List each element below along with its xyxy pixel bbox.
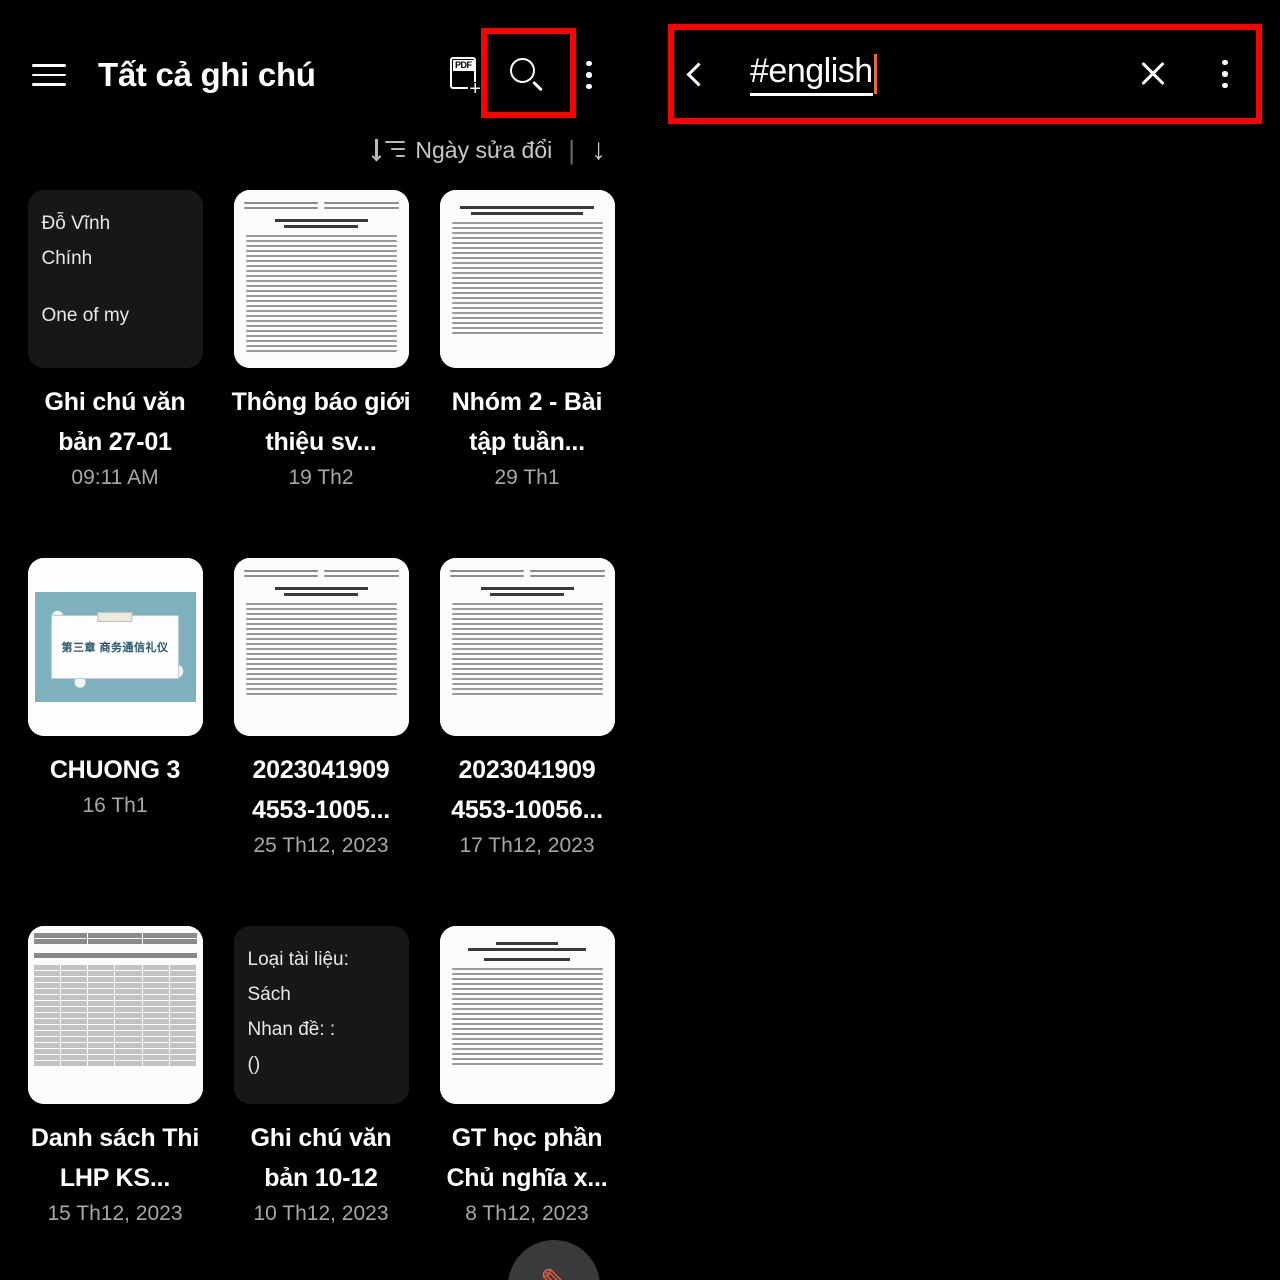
search-panel: #english Đỗ Vĩnh Chính One of my Ghi chú…: [640, 0, 1280, 1280]
note-thumbnail-document: [233, 558, 409, 736]
search-bar: #english: [668, 34, 1256, 114]
note-thumbnail-text: Loại tài liệu: Sách Nhan đề: : (): [233, 926, 409, 1104]
search-button[interactable]: [496, 44, 558, 106]
overflow-menu-button[interactable]: [558, 44, 620, 106]
note-date: 16 Th1: [82, 794, 148, 817]
note-preview-line: One of my: [41, 305, 130, 326]
app-bar: Tất cả ghi chú PDF +: [0, 40, 640, 110]
text-caret: [873, 54, 877, 94]
sort-direction-button[interactable]: ↓: [591, 135, 606, 165]
back-chevron-icon[interactable]: [674, 50, 722, 98]
page-title: Tất cả ghi chú: [98, 56, 316, 93]
search-input[interactable]: #english: [750, 52, 1130, 96]
notes-list-panel: Tất cả ghi chú PDF + Ngày sửa đổi | ↓ Đỗ…: [0, 0, 640, 1280]
note-date: 29 Th1: [494, 466, 560, 489]
hamburger-icon[interactable]: [32, 53, 76, 97]
slide-preview: 第三章 商务通信礼仪: [27, 558, 203, 736]
sort-label[interactable]: Ngày sửa đổi: [415, 137, 552, 164]
scanned-document-preview: [233, 558, 409, 736]
note-title: Thông báo giới thiệu sv...: [231, 388, 411, 456]
note-title: GT học phần Chủ nghĩa x...: [446, 1124, 608, 1192]
table-preview: [27, 926, 203, 1104]
kebab-menu-icon: [1222, 59, 1228, 89]
scanned-document-preview: [233, 190, 409, 368]
note-date: 17 Th12, 2023: [459, 834, 595, 857]
note-preview-line: Chính: [41, 248, 93, 269]
pdf-add-icon: PDF +: [450, 57, 482, 100]
note-thumbnail-document: [233, 190, 409, 368]
note-date: 19 Th2: [288, 466, 354, 489]
note-card[interactable]: GT học phần Chủ nghĩa x... 8 Th12, 2023: [434, 926, 620, 1226]
note-preview-line: Loại tài liệu:: [247, 949, 349, 970]
note-date: 10 Th12, 2023: [253, 1202, 389, 1225]
note-title: 2023041909 4553-1005...: [252, 756, 390, 824]
search-query-text: #english: [750, 52, 873, 96]
sort-icon: [371, 138, 406, 162]
note-preview-line: Nhan đề: :: [247, 1019, 336, 1040]
note-thumbnail-text: Đỗ Vĩnh Chính One of my: [27, 190, 203, 368]
sort-bar[interactable]: Ngày sửa đổi | ↓: [371, 128, 606, 172]
note-title: Danh sách Thi LHP KS...: [30, 1124, 200, 1192]
note-thumbnail-table: [27, 926, 203, 1104]
sort-separator: |: [568, 134, 575, 165]
clear-search-button[interactable]: [1130, 51, 1176, 97]
note-card[interactable]: 2023041909 4553-10056... 17 Th12, 2023: [434, 558, 620, 858]
note-date: 8 Th12, 2023: [465, 1202, 589, 1225]
search-icon: [510, 58, 544, 92]
pdf-icon-plus: +: [468, 78, 482, 100]
note-preview-line: Đỗ Vĩnh: [41, 213, 111, 234]
scanned-document-preview: [439, 926, 615, 1104]
note-title: CHUONG 3: [49, 756, 181, 784]
note-card[interactable]: Thông báo giới thiệu sv... 19 Th2: [228, 190, 414, 490]
note-preview-line: (): [247, 1054, 261, 1075]
scanned-document-preview: [439, 558, 615, 736]
compose-note-icon: ✎: [540, 1262, 569, 1280]
note-title: Ghi chú văn bản 10-12: [250, 1124, 392, 1192]
note-thumbnail-document: [439, 190, 615, 368]
note-card[interactable]: Danh sách Thi LHP KS... 15 Th12, 2023: [22, 926, 208, 1226]
note-date: 25 Th12, 2023: [253, 834, 389, 857]
app-bar-actions: PDF +: [434, 40, 620, 110]
note-card[interactable]: Loại tài liệu: Sách Nhan đề: : () Ghi ch…: [228, 926, 414, 1226]
note-card[interactable]: 2023041909 4553-1005... 25 Th12, 2023: [228, 558, 414, 858]
note-thumbnail-document: [439, 558, 615, 736]
kebab-menu-icon: [586, 60, 592, 90]
note-title: Ghi chú văn bản 27-01: [44, 388, 186, 456]
note-title: 2023041909 4553-10056...: [451, 756, 603, 824]
search-overflow-button[interactable]: [1194, 43, 1256, 105]
scanned-document-preview: [439, 190, 615, 368]
create-note-fab[interactable]: ✎: [508, 1240, 600, 1280]
note-card[interactable]: Đỗ Vĩnh Chính One of my Ghi chú văn bản …: [22, 190, 208, 490]
note-card[interactable]: 第三章 商务通信礼仪 CHUONG 3 16 Th1: [22, 558, 208, 858]
note-date: 09:11 AM: [71, 466, 159, 489]
screenshot-root: Tất cả ghi chú PDF + Ngày sửa đổi | ↓ Đỗ…: [0, 0, 1280, 1280]
note-preview-line: Sách: [247, 984, 291, 1005]
note-thumbnail-document: [439, 926, 615, 1104]
note-date: 15 Th12, 2023: [47, 1202, 183, 1225]
note-title: Nhóm 2 - Bài tập tuần...: [451, 388, 603, 456]
note-thumbnail-slide: 第三章 商务通信礼仪: [27, 558, 203, 736]
notes-grid: Đỗ Vĩnh Chính One of my Ghi chú văn bản …: [22, 190, 620, 1226]
pdf-icon-label: PDF: [453, 60, 474, 71]
note-card[interactable]: Nhóm 2 - Bài tập tuần... 29 Th1: [434, 190, 620, 490]
slide-title-text: 第三章 商务通信礼仪: [50, 614, 180, 679]
create-pdf-button[interactable]: PDF +: [434, 44, 496, 106]
